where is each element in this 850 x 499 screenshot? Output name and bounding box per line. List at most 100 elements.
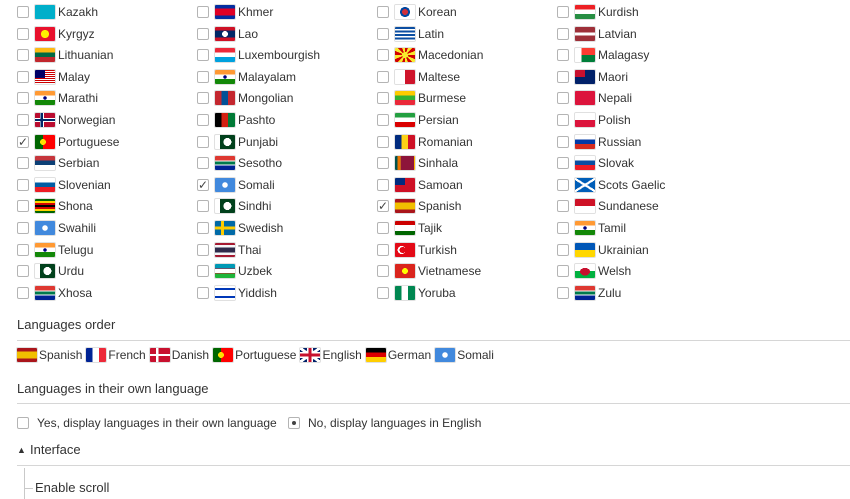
language-option-swedish[interactable]: Swedish [197, 219, 283, 237]
language-checkbox[interactable] [377, 6, 389, 18]
language-checkbox[interactable] [17, 27, 29, 40]
language-option-persian[interactable]: Persian [377, 111, 459, 129]
language-option-samoan[interactable]: Samoan [377, 176, 463, 194]
language-option-polish[interactable]: Polish [557, 111, 631, 129]
language-option-swahili[interactable]: Swahili [17, 219, 96, 237]
language-option-malayalam[interactable]: Malayalam [197, 68, 296, 86]
language-option-somali[interactable]: ✓ Somali [197, 176, 275, 194]
language-checkbox[interactable] [17, 6, 29, 18]
language-checkbox[interactable] [17, 265, 29, 278]
language-option-burmese[interactable]: Burmese [377, 89, 466, 107]
language-option-yiddish[interactable]: Yiddish [197, 284, 277, 302]
language-checkbox[interactable] [17, 70, 29, 83]
language-checkbox[interactable] [17, 178, 29, 191]
language-option-sindhi[interactable]: Sindhi [197, 197, 271, 215]
language-option-latvian[interactable]: Latvian [557, 25, 637, 43]
language-checkbox[interactable] [197, 27, 209, 40]
language-option-kyrgyz[interactable]: Kyrgyz [17, 25, 95, 43]
language-option-nepali[interactable]: Nepali [557, 89, 632, 107]
language-checkbox[interactable] [557, 157, 569, 170]
order-item-danish[interactable]: Danish [149, 348, 209, 362]
language-checkbox[interactable] [557, 27, 569, 40]
language-option-mongolian[interactable]: Mongolian [197, 89, 293, 107]
language-option-sesotho[interactable]: Sesotho [197, 154, 282, 172]
language-checkbox[interactable] [377, 135, 389, 148]
language-option-slovak[interactable]: Slovak [557, 154, 634, 172]
language-option-luxembourgish[interactable]: Luxembourgish [197, 46, 320, 64]
language-checkbox[interactable] [17, 114, 29, 126]
language-option-xhosa[interactable]: Xhosa [17, 284, 92, 302]
language-option-romanian[interactable]: Romanian [377, 133, 473, 151]
language-checkbox[interactable] [557, 70, 569, 83]
language-option-marathi[interactable]: Marathi [17, 89, 98, 107]
language-option-khmer[interactable]: Khmer [197, 3, 273, 21]
language-checkbox[interactable] [197, 135, 209, 148]
language-checkbox[interactable] [377, 114, 389, 126]
order-item-french[interactable]: French [86, 348, 146, 362]
language-option-norwegian[interactable]: Norwegian [17, 111, 115, 129]
language-option-portuguese[interactable]: ✓ Portuguese [17, 133, 119, 151]
language-checkbox[interactable] [197, 286, 209, 299]
language-option-malagasy[interactable]: Malagasy [557, 46, 649, 64]
language-option-yoruba[interactable]: Yoruba [377, 284, 456, 302]
interface-section-toggle[interactable]: ▲ Interface [17, 442, 81, 457]
language-checkbox[interactable] [17, 49, 29, 62]
order-item-german[interactable]: German [365, 348, 431, 362]
language-checkbox[interactable] [197, 222, 209, 234]
language-option-latin[interactable]: Latin [377, 25, 444, 43]
language-option-turkish[interactable]: Turkish [377, 241, 457, 259]
language-checkbox[interactable] [197, 70, 209, 83]
language-checkbox[interactable] [377, 222, 389, 234]
language-option-welsh[interactable]: Welsh [557, 262, 631, 280]
language-option-sundanese[interactable]: Sundanese [557, 197, 659, 215]
language-checkbox[interactable] [197, 6, 209, 18]
order-item-portuguese[interactable]: Portuguese [213, 348, 296, 362]
language-checkbox[interactable] [377, 178, 389, 191]
language-checkbox[interactable] [557, 6, 569, 18]
language-checkbox[interactable] [17, 200, 29, 213]
language-option-ukrainian[interactable]: Ukrainian [557, 241, 649, 259]
language-checkbox[interactable] [197, 265, 209, 278]
language-checkbox[interactable] [557, 286, 569, 299]
order-item-english[interactable]: English [300, 348, 362, 362]
language-option-sinhala[interactable]: Sinhala [377, 154, 458, 172]
language-checkbox[interactable] [17, 157, 29, 170]
language-checkbox[interactable] [377, 157, 389, 170]
language-option-shona[interactable]: Shona [17, 197, 93, 215]
language-option-punjabi[interactable]: Punjabi [197, 133, 278, 151]
language-checkbox[interactable] [557, 49, 569, 62]
own-language-no-option[interactable]: No, display languages in English [288, 414, 481, 432]
language-checkbox[interactable] [377, 265, 389, 278]
language-option-serbian[interactable]: Serbian [17, 154, 99, 172]
language-checkbox[interactable] [557, 114, 569, 126]
language-checkbox[interactable] [557, 135, 569, 148]
language-option-telugu[interactable]: Telugu [17, 241, 93, 259]
own-language-no-radio[interactable] [288, 417, 300, 429]
language-checkbox[interactable] [557, 178, 569, 191]
language-checkbox[interactable] [197, 92, 209, 105]
own-language-yes-option[interactable]: Yes, display languages in their own lang… [17, 414, 277, 432]
language-checkbox[interactable] [557, 200, 569, 213]
language-option-tamil[interactable]: Tamil [557, 219, 626, 237]
enable-scroll-label[interactable]: Enable scroll [35, 480, 109, 495]
order-item-spanish[interactable]: Spanish [17, 348, 82, 362]
language-checkbox[interactable] [197, 114, 209, 126]
language-checkbox[interactable] [557, 265, 569, 278]
language-option-kazakh[interactable]: Kazakh [17, 3, 98, 21]
language-option-thai[interactable]: Thai [197, 241, 261, 259]
language-checkbox[interactable] [17, 286, 29, 299]
language-option-slovenian[interactable]: Slovenian [17, 176, 111, 194]
language-option-korean[interactable]: Korean [377, 3, 457, 21]
language-checkbox[interactable] [557, 92, 569, 105]
language-option-kurdish[interactable]: Kurdish [557, 3, 639, 21]
language-option-malay[interactable]: Malay [17, 68, 90, 86]
language-option-spanish[interactable]: ✓ Spanish [377, 197, 461, 215]
language-checkbox[interactable] [17, 92, 29, 105]
order-item-somali[interactable]: Somali [435, 348, 494, 362]
language-checkbox[interactable]: ✓ [197, 178, 209, 191]
language-checkbox[interactable] [17, 222, 29, 234]
language-checkbox[interactable]: ✓ [377, 200, 389, 213]
language-checkbox[interactable]: ✓ [17, 135, 29, 148]
language-checkbox[interactable] [377, 27, 389, 40]
language-option-scots-gaelic[interactable]: Scots Gaelic [557, 176, 665, 194]
